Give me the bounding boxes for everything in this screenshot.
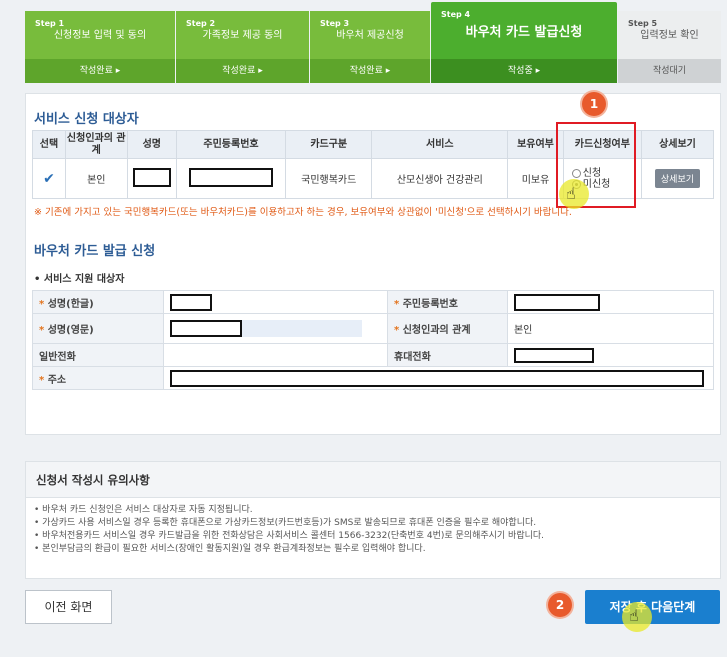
label-name-kr: 성명(한글) <box>47 298 94 310</box>
step-number: Step 4 <box>441 10 471 19</box>
step-number: Step 1 <box>35 19 65 28</box>
label-rrn: 주민등록번호 <box>402 298 458 310</box>
name-kr-input[interactable] <box>170 293 213 311</box>
step-status: 작성완료 ▸ <box>25 59 175 83</box>
notes-list: • 바우처 카드 신청인은 서비스 대상자로 자동 지정됩니다. • 가상카드 … <box>26 498 720 562</box>
name-en-input[interactable] <box>170 320 243 337</box>
step-title: 입력정보 확인 <box>640 30 699 41</box>
label-relation: 신청인과의 관계 <box>402 325 471 336</box>
notes-title: 신청서 작성시 유의사항 <box>26 462 720 498</box>
required-star: * <box>39 298 45 310</box>
note-item: • 바우처전용카드 서비스일 경우 카드발급을 위한 전화상담은 사회서비스 콜… <box>34 531 545 541</box>
support-target-subtitle: • 서비스 지원 대상자 <box>34 274 125 285</box>
required-star: * <box>394 325 400 336</box>
hand-pointer-icon: ☝ <box>566 184 576 203</box>
mobile-input[interactable] <box>513 347 594 363</box>
label-mobile: 휴대전화 <box>387 343 508 367</box>
save-next-button[interactable]: 저장 후 다음단계 <box>585 590 720 624</box>
step-title: 바우처 카드 발급신청 <box>465 25 583 40</box>
detail-button[interactable]: 상세보기 <box>654 169 701 188</box>
required-star: * <box>39 325 45 336</box>
step-2: Step 2 가족정보 제공 동의 작성완료 ▸ <box>176 11 309 83</box>
step-title: 바우처 제공신청 <box>336 30 404 41</box>
step-status: 작성완료 ▸ <box>176 59 309 83</box>
holding-cell: 미보유 <box>507 158 564 199</box>
annotation-badge-2: 2 <box>548 593 572 617</box>
column-header: 서비스 <box>371 130 509 159</box>
main-panel: 서비스 신청 대상자 선택 신청인과의 관계 성명 주민등록번호 카드구분 서비… <box>25 92 721 435</box>
service-target-title: 서비스 신청 대상자 <box>34 112 139 127</box>
notes-panel: 신청서 작성시 유의사항 • 바우처 카드 신청인은 서비스 대상자로 자동 지… <box>25 461 721 579</box>
name-en-input-extension[interactable] <box>242 320 363 337</box>
card-type-cell: 국민행복카드 <box>285 158 373 199</box>
form-row: * 성명(한글) * 주민등록번호 <box>31 290 715 314</box>
step-status: 작성대기 <box>618 59 721 83</box>
notice-text: ※ 기존에 가지고 있는 국민행복카드(또는 바우처카드)를 이용하고자 하는 … <box>34 207 572 218</box>
column-header: 카드구분 <box>285 130 373 159</box>
voucher-card-title: 바우처 카드 발급 신청 <box>34 244 156 259</box>
relation-value: 본인 <box>506 313 715 344</box>
redacted-name <box>132 167 171 187</box>
column-header: 성명 <box>126 130 178 159</box>
note-item: • 가상카드 사용 서비스일 경우 등록한 휴대폰으로 가상카드정보(카드번호등… <box>34 518 537 528</box>
step-number: Step 2 <box>186 19 216 28</box>
redacted-rrn <box>189 167 274 187</box>
step-title: 신청정보 입력 및 동의 <box>53 30 147 41</box>
step-status: 작성완료 ▸ <box>310 59 430 83</box>
step-1: Step 1 신청정보 입력 및 동의 작성완료 ▸ <box>25 11 175 83</box>
label-phone: 일반전화 <box>31 343 165 367</box>
step-4-current: Step 4 바우처 카드 발급신청 작성중 ▸ <box>431 2 617 83</box>
column-header: 상세보기 <box>640 130 715 159</box>
note-item: • 본인부담금의 환급이 필요한 서비스(장애인 활동지원)일 경우 환급계좌정… <box>34 544 426 554</box>
form-row: * 주소 <box>31 366 714 390</box>
label-name-en: 성명(영문) <box>47 325 94 336</box>
form-row: 일반전화 휴대전화 <box>31 343 715 367</box>
step-5: Step 5 입력정보 확인 작성대기 <box>618 11 721 83</box>
step-number: Step 3 <box>320 19 350 28</box>
step-number: Step 5 <box>628 19 658 28</box>
hand-pointer-icon: ☝ <box>629 606 639 625</box>
phone-field[interactable] <box>163 343 388 367</box>
step-3: Step 3 바우처 제공신청 작성완료 ▸ <box>310 11 430 83</box>
rrn-input[interactable] <box>513 293 600 311</box>
column-header: 주민등록번호 <box>175 130 287 159</box>
step-title: 가족정보 제공 동의 <box>202 30 283 41</box>
step-progress: Step 1 신청정보 입력 및 동의 작성완료 ▸ Step 2 가족정보 제공 … <box>25 0 721 83</box>
column-header: 신청인과의 관계 <box>64 130 128 159</box>
required-star: * <box>394 298 400 310</box>
address-input[interactable] <box>170 369 705 387</box>
step-status: 작성중 ▸ <box>431 59 617 83</box>
relation-cell: 본인 <box>64 158 128 199</box>
voucher-form-table: * 성명(한글) * 주민등록번호 * 성명(영문) * 신청인과의 관계 본인… <box>31 290 715 390</box>
checkmark-icon[interactable]: ✔ <box>43 171 55 187</box>
column-header: 보유여부 <box>507 130 564 159</box>
service-cell: 산모신생아 건강관리 <box>371 158 509 199</box>
label-address: 주소 <box>47 374 67 386</box>
column-header: 선택 <box>32 130 66 159</box>
prev-button[interactable]: 이전 화면 <box>25 590 112 624</box>
form-row: * 성명(영문) * 신청인과의 관계 본인 <box>31 313 715 344</box>
required-star: * <box>39 374 45 386</box>
note-item: • 바우처 카드 신청인은 서비스 대상자로 자동 지정됩니다. <box>34 505 253 515</box>
annotation-badge-1: 1 <box>582 92 606 116</box>
